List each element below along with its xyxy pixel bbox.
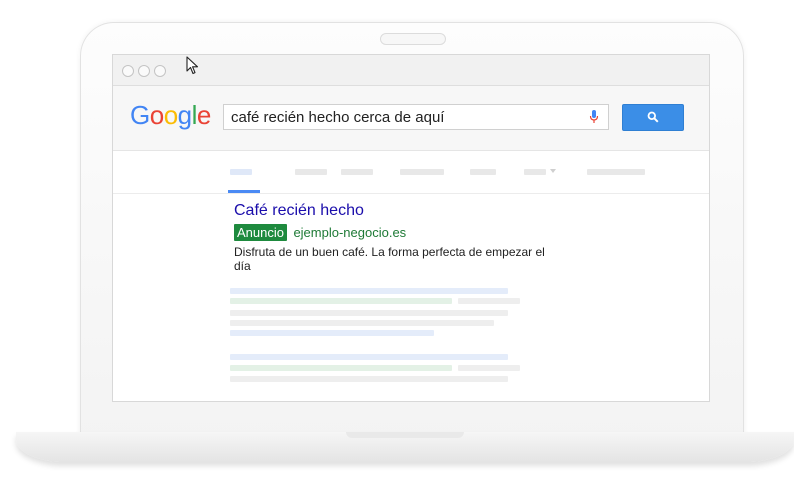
browser-titlebar xyxy=(113,55,709,86)
placeholder-line xyxy=(230,310,508,316)
tab-more-placeholder[interactable] xyxy=(524,169,546,175)
placeholder-url xyxy=(230,365,452,371)
search-tabs xyxy=(113,151,709,194)
search-input[interactable]: café recién hecho cerca de aquí xyxy=(223,104,609,130)
logo-letter: o xyxy=(163,100,178,130)
tab-placeholder[interactable] xyxy=(400,169,444,175)
result-description: Disfruta de un buen café. La forma perfe… xyxy=(234,245,545,273)
tab-active[interactable] xyxy=(230,169,252,175)
placeholder-title xyxy=(230,354,508,360)
tab-tools-placeholder[interactable] xyxy=(587,169,645,175)
magnifier-icon xyxy=(647,111,659,123)
window-minimize-dot[interactable] xyxy=(138,65,150,77)
microphone-icon[interactable] xyxy=(589,110,599,124)
browser-window: Google café recién hecho cerca de aquí C… xyxy=(112,54,710,402)
logo-letter: G xyxy=(130,100,150,130)
placeholder-line xyxy=(230,330,434,336)
placeholder-line xyxy=(230,376,508,382)
placeholder-url-tail xyxy=(458,298,520,304)
search-query: café recién hecho cerca de aquí xyxy=(231,109,445,126)
tab-placeholder[interactable] xyxy=(470,169,496,175)
logo-letter: o xyxy=(149,100,164,130)
logo-letter: e xyxy=(196,100,211,130)
placeholder-url xyxy=(230,298,452,304)
window-close-dot[interactable] xyxy=(122,65,134,77)
laptop-base xyxy=(16,432,794,462)
placeholder-line xyxy=(230,320,494,326)
result-url[interactable]: ejemplo-negocio.es xyxy=(293,224,406,242)
placeholder-url-tail xyxy=(458,365,520,371)
logo-letter: g xyxy=(177,100,192,130)
search-button[interactable] xyxy=(622,104,684,131)
active-tab-indicator xyxy=(228,190,260,193)
google-logo[interactable]: Google xyxy=(130,100,211,131)
result-url-line: Anuncio ejemplo-negocio.es xyxy=(234,224,564,242)
laptop-base-notch xyxy=(346,432,464,438)
tab-placeholder[interactable] xyxy=(295,169,327,175)
ad-result: Café recién hecho Anuncio ejemplo-negoci… xyxy=(234,201,564,273)
search-header: Google café recién hecho cerca de aquí xyxy=(113,86,709,151)
result-title-link[interactable]: Café recién hecho xyxy=(234,201,564,221)
chevron-down-icon xyxy=(550,169,556,173)
tab-placeholder[interactable] xyxy=(341,169,373,175)
window-maximize-dot[interactable] xyxy=(154,65,166,77)
mouse-cursor-icon xyxy=(186,56,199,75)
placeholder-title xyxy=(230,288,508,294)
laptop-camera xyxy=(380,33,446,45)
ad-badge: Anuncio xyxy=(234,224,287,241)
